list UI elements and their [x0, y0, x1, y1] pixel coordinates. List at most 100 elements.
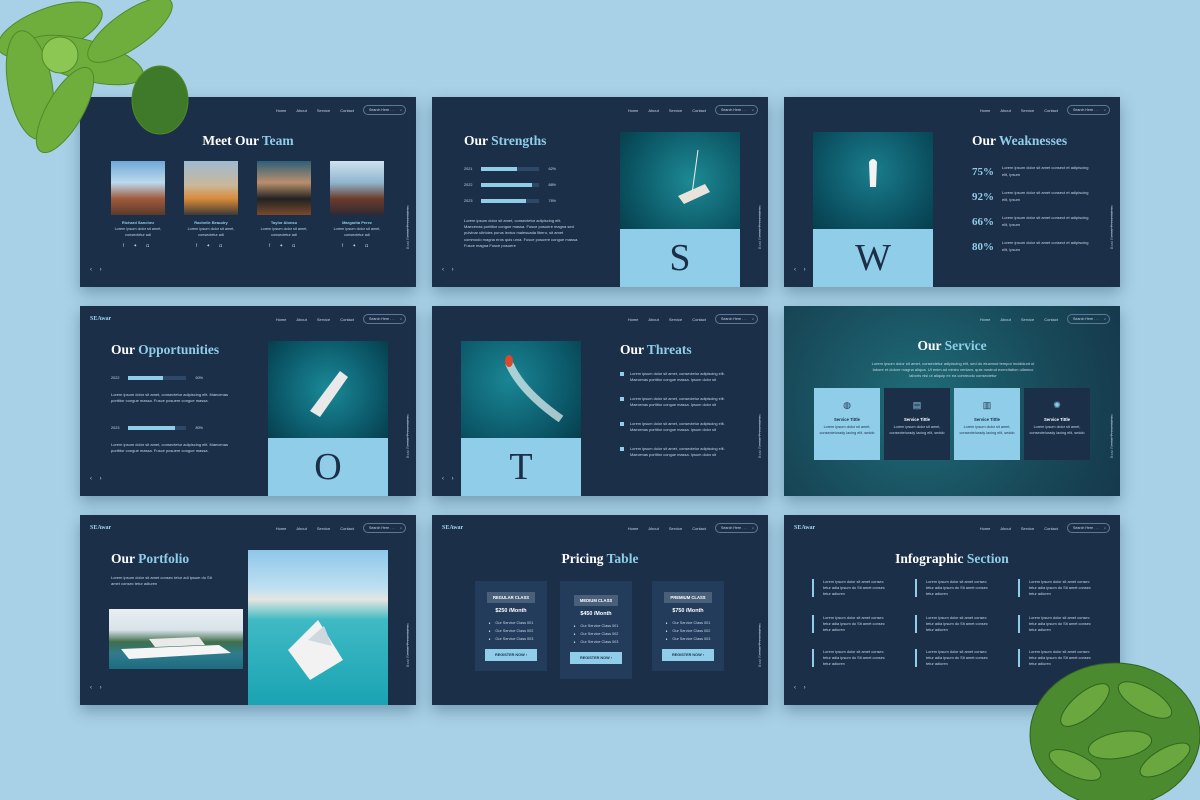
slide-team[interactable]: Home About Service Contact Search Here . . … — [80, 97, 416, 287]
slide-threats[interactable]: Home About Service Contact Search Here . . … — [432, 306, 768, 496]
service-card[interactable]: ▤ Service Tittle Lorem ipsum dolor sit am… — [884, 388, 950, 460]
social-icons[interactable]: f ✦ ◘ — [110, 243, 166, 249]
team-member: Rachelle Beaudry Lorem ipsum dolor sit a… — [183, 161, 239, 249]
slide-opportunities[interactable]: SEAwar Home About Service Contact Search He… — [80, 306, 416, 496]
nav-service[interactable]: Service — [317, 317, 330, 322]
slide-infographic[interactable]: SEAwar Home About Service Contact Search He… — [784, 515, 1120, 705]
pager-arrows[interactable]: ‹ › — [794, 685, 809, 691]
search-input[interactable]: Search Here . . . ⌕ — [1067, 105, 1110, 115]
pager-arrows[interactable]: ‹ › — [90, 267, 105, 273]
slide-title: Our Portfolio — [111, 551, 190, 566]
vertical-label: Boat Rental Presentation — [758, 623, 762, 667]
nav-about[interactable]: About — [1000, 526, 1010, 531]
nav-home[interactable]: Home — [980, 108, 991, 113]
nav-contact[interactable]: Contact — [692, 317, 706, 322]
nav-home[interactable]: Home — [980, 526, 991, 531]
pager-arrows[interactable]: ‹ › — [90, 685, 105, 691]
nav-contact[interactable]: Contact — [692, 108, 706, 113]
register-button[interactable]: REGISTER NOW › — [484, 648, 538, 661]
progress-fill — [128, 426, 175, 430]
swot-letter: O — [268, 438, 388, 496]
chart-icon: ▥ — [982, 400, 992, 410]
vertical-label: Boat Rental Presentation — [758, 414, 762, 458]
swot-letter: S — [620, 229, 740, 287]
search-icon: ⌕ — [1103, 526, 1106, 530]
logo: SEAwar — [794, 525, 816, 531]
nav-home[interactable]: Home — [276, 526, 287, 531]
pager-arrows[interactable]: ‹ › — [794, 267, 809, 273]
progress-fill — [481, 183, 533, 187]
weakness-item: 66% Lorem ipsum dolor sit amet consect et… — [972, 215, 1089, 228]
pricing-card: PREMIUM CLASS$750 /Month Our Service Cla… — [652, 581, 724, 671]
nav-service[interactable]: Service — [669, 108, 682, 113]
register-button[interactable]: REGISTER NOW › — [661, 648, 715, 661]
slide-title: Meet Our Team — [202, 133, 294, 148]
slide-strengths[interactable]: Home About Service Contact Search Here . . … — [432, 97, 768, 287]
slide-pricing[interactable]: SEAwar Home About Service Contact Search He… — [432, 515, 768, 705]
pager-arrows[interactable]: ‹ › — [90, 476, 105, 482]
nav-service[interactable]: Service — [1021, 317, 1034, 322]
nav-about[interactable]: About — [296, 108, 306, 113]
nav-about[interactable]: About — [1000, 108, 1010, 113]
globe-icon: ◍ — [843, 400, 851, 410]
search-input[interactable]: Search Here . . . ⌕ — [1067, 314, 1110, 324]
search-input[interactable]: Search Here . . . ⌕ — [363, 314, 406, 324]
nav-about[interactable]: About — [648, 108, 658, 113]
nav-service[interactable]: Service — [669, 317, 682, 322]
gear-icon: ✺ — [1053, 400, 1061, 410]
search-input[interactable]: Search Here . . . ⌕ — [715, 105, 758, 115]
slide-weaknesses[interactable]: Home About Service Contact Search Here . . … — [784, 97, 1120, 287]
nav-service[interactable]: Service — [317, 526, 330, 531]
info-item: Lorem Ipsum dolor sit amet consec tetur … — [915, 615, 995, 633]
nav-service[interactable]: Service — [1021, 526, 1034, 531]
nav-about[interactable]: About — [296, 317, 306, 322]
photo-jetski — [461, 341, 581, 438]
nav-service[interactable]: Service — [317, 108, 330, 113]
nav-contact[interactable]: Contact — [1044, 317, 1058, 322]
nav-home[interactable]: Home — [628, 108, 639, 113]
slide-portfolio[interactable]: SEAwar Home About Service Contact Search He… — [80, 515, 416, 705]
nav-about[interactable]: About — [648, 317, 658, 322]
threat-item: Lorem ipsum dolor sit amet, consectetur … — [620, 396, 738, 408]
pricing-card: REGULAR CLASS$250 /Month Our Service Cla… — [475, 581, 547, 671]
nav-bar: Home About Service Contact Search Here . . … — [90, 104, 406, 116]
progress-row: 2023 80% — [111, 426, 204, 430]
member-photo — [111, 161, 165, 215]
slide-service[interactable]: Home About Service Contact Search Here . . … — [784, 306, 1120, 496]
nav-contact[interactable]: Contact — [1044, 108, 1058, 113]
nav-contact[interactable]: Contact — [340, 317, 354, 322]
search-input[interactable]: Search Here . . . ⌕ — [363, 523, 406, 533]
service-card[interactable]: ◍ Service Tittle Lorem ipsum dolor sit am… — [814, 388, 880, 460]
nav-contact[interactable]: Contact — [340, 108, 354, 113]
photo-catamaran — [620, 132, 740, 229]
nav-about[interactable]: About — [296, 526, 306, 531]
pager-arrows[interactable]: ‹ › — [442, 267, 457, 273]
nav-about[interactable]: About — [648, 526, 658, 531]
search-input[interactable]: Search Here . . . ⌕ — [715, 523, 758, 533]
search-input[interactable]: Search Here . . . ⌕ — [1067, 523, 1110, 533]
nav-service[interactable]: Service — [1021, 108, 1034, 113]
register-button[interactable]: REGISTER NOW › — [569, 651, 623, 664]
search-icon: ⌕ — [751, 108, 754, 112]
nav-home[interactable]: Home — [276, 317, 287, 322]
nav-home[interactable]: Home — [980, 317, 991, 322]
nav-contact[interactable]: Contact — [692, 526, 706, 531]
service-card[interactable]: ✺ Service Tittle Lorem ipsum dolor sit am… — [1024, 388, 1090, 460]
nav-service[interactable]: Service — [669, 526, 682, 531]
nav-home[interactable]: Home — [628, 317, 639, 322]
nav-contact[interactable]: Contact — [340, 526, 354, 531]
social-icons[interactable]: f ✦ ◘ — [183, 243, 239, 249]
pager-arrows[interactable]: ‹ › — [442, 476, 457, 482]
social-icons[interactable]: f ✦ ◘ — [256, 243, 312, 249]
service-card[interactable]: ▥ Service Tittle Lorem ipsum dolor sit am… — [954, 388, 1020, 460]
vertical-label: Boat Rental Presentation — [758, 205, 762, 249]
slide-title: Infographic Section — [895, 551, 1009, 566]
search-icon: ⌕ — [399, 108, 402, 112]
nav-contact[interactable]: Contact — [1044, 526, 1058, 531]
social-icons[interactable]: f ✦ ◘ — [329, 243, 385, 249]
search-input[interactable]: Search Here . . . ⌕ — [363, 105, 406, 115]
search-input[interactable]: Search Here . . . ⌕ — [715, 314, 758, 324]
nav-about[interactable]: About — [1000, 317, 1010, 322]
nav-home[interactable]: Home — [628, 526, 639, 531]
nav-home[interactable]: Home — [276, 108, 287, 113]
